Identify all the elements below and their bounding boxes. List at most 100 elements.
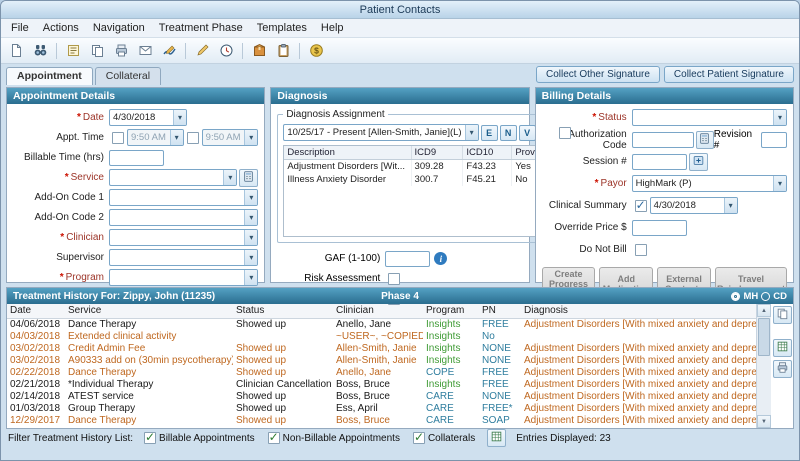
table-row[interactable]: 02/14/2018ATEST serviceShowed upBoss, Br… xyxy=(7,391,756,403)
scroll-up-icon[interactable]: ▲ xyxy=(757,304,771,317)
authorization-code-input[interactable] xyxy=(632,132,694,148)
export-list-button[interactable] xyxy=(487,429,506,447)
table-row[interactable]: Illness Anxiety Disorder300.7F45.21No xyxy=(284,173,572,186)
chevron-down-icon[interactable]: ▾ xyxy=(244,230,257,245)
new-diagnosis-button[interactable]: N xyxy=(500,125,517,141)
new-document-icon[interactable] xyxy=(5,41,27,61)
view-diagnosis-button[interactable]: V xyxy=(519,125,536,141)
chevron-down-icon[interactable]: ▾ xyxy=(170,130,183,145)
edit-icon[interactable] xyxy=(191,41,213,61)
cell-icd10: F45.21 xyxy=(463,173,512,186)
billing-details-header: Billing Details xyxy=(536,88,793,104)
mh-radio[interactable] xyxy=(731,292,740,301)
clinician-select[interactable]: ▾ xyxy=(109,229,258,246)
billing-icon[interactable]: $ xyxy=(305,41,327,61)
del-checkbox[interactable] xyxy=(559,127,571,139)
table-row[interactable]: 03/02/2018A90333 add on (30min psycother… xyxy=(7,355,756,367)
appt-time-start-select[interactable]: 9:50 AM▾ xyxy=(127,129,184,146)
billable-time-input[interactable] xyxy=(109,150,164,166)
authorization-lookup-button[interactable] xyxy=(696,131,714,149)
clipboard-icon[interactable] xyxy=(272,41,294,61)
notes-icon[interactable] xyxy=(62,41,84,61)
gaf-input[interactable] xyxy=(385,251,430,267)
table-row[interactable]: 04/03/2018Extended clinical activity~USE… xyxy=(7,331,756,343)
risk-assessment-checkbox[interactable] xyxy=(388,273,400,285)
status-select[interactable]: ▾ xyxy=(632,109,787,126)
tab-appointment[interactable]: Appointment xyxy=(6,67,93,85)
appt-time-end-checkbox[interactable] xyxy=(187,132,199,144)
addon-code-2-select[interactable]: ▾ xyxy=(109,209,258,226)
payor-select[interactable]: HighMark (P)▾ xyxy=(632,175,787,192)
do-not-bill-checkbox[interactable] xyxy=(635,244,647,256)
collect-other-signature-button[interactable]: Collect Other Signature xyxy=(536,66,660,83)
menu-item-templates[interactable]: Templates xyxy=(250,21,314,35)
table-row[interactable]: 01/03/2018Group TherapyShowed upEss, Apr… xyxy=(7,403,756,415)
clinical-summary-checkbox[interactable] xyxy=(635,200,647,212)
chevron-down-icon[interactable]: ▾ xyxy=(773,110,786,125)
print-icon[interactable] xyxy=(110,41,132,61)
service-select[interactable]: ▾ xyxy=(109,169,237,186)
schedule-icon[interactable] xyxy=(215,41,237,61)
menu-item-navigation[interactable]: Navigation xyxy=(86,21,152,35)
program-select[interactable]: ▾ xyxy=(109,269,258,286)
addon-code-1-select[interactable]: ▾ xyxy=(109,189,258,206)
chevron-down-icon[interactable]: ▾ xyxy=(244,210,257,225)
table-row[interactable]: 04/06/2018Dance TherapyShowed upAnello, … xyxy=(7,318,756,331)
billable-appointments-checkbox[interactable] xyxy=(144,432,156,444)
copy-history-button[interactable] xyxy=(773,306,792,324)
copy-icon[interactable] xyxy=(86,41,108,61)
main-area: Appointment Details *Date 4/30/2018▾ App… xyxy=(1,85,799,287)
appt-time-end-select[interactable]: 9:50 AM▾ xyxy=(202,129,259,146)
revision-input[interactable] xyxy=(761,132,787,148)
tab-collateral[interactable]: Collateral xyxy=(95,67,161,85)
chevron-down-icon[interactable]: ▾ xyxy=(244,250,257,265)
edit-diagnosis-button[interactable]: E xyxy=(481,125,498,141)
non-billable-appointments-checkbox[interactable] xyxy=(268,432,280,444)
appt-time-start-checkbox[interactable] xyxy=(112,132,124,144)
scrollbar-track[interactable] xyxy=(757,317,771,415)
sheet-icon xyxy=(776,340,789,356)
chevron-down-icon[interactable]: ▾ xyxy=(244,270,257,285)
package-icon[interactable] xyxy=(248,41,270,61)
chevron-down-icon[interactable]: ▾ xyxy=(244,190,257,205)
chevron-down-icon[interactable]: ▾ xyxy=(244,130,257,145)
titlebar[interactable]: Patient Contacts xyxy=(1,1,799,19)
supervisor-select[interactable]: ▾ xyxy=(109,249,258,266)
collaterals-checkbox[interactable] xyxy=(413,432,425,444)
table-row[interactable]: 03/02/2018Credit Admin FeeShowed upAllen… xyxy=(7,343,756,355)
chevron-down-icon[interactable]: ▾ xyxy=(223,170,236,185)
toolbar: $ xyxy=(1,38,799,64)
service-lookup-button[interactable] xyxy=(239,169,258,187)
diagnosis-assignment-select[interactable]: 10/25/17 - Present [Allen-Smith, Janie](… xyxy=(283,124,478,141)
scroll-down-icon[interactable]: ▼ xyxy=(757,415,771,428)
export-history-button[interactable] xyxy=(773,339,792,357)
print-history-button[interactable] xyxy=(773,360,792,378)
chevron-down-icon[interactable]: ▾ xyxy=(465,125,478,140)
email-icon[interactable] xyxy=(134,41,156,61)
search-icon[interactable] xyxy=(29,41,51,61)
chevron-down-icon[interactable]: ▾ xyxy=(173,110,186,125)
menu-item-treatment-phase[interactable]: Treatment Phase xyxy=(152,21,250,35)
menu-item-actions[interactable]: Actions xyxy=(36,21,86,35)
collect-patient-signature-button[interactable]: Collect Patient Signature xyxy=(664,66,794,83)
date-select[interactable]: 4/30/2018▾ xyxy=(109,109,187,126)
info-icon[interactable]: i xyxy=(434,252,447,265)
menu-item-help[interactable]: Help xyxy=(314,21,351,35)
session-copy-button[interactable] xyxy=(689,153,708,171)
table-row[interactable]: 12/29/2017Dance TherapyShowed upBoss, Br… xyxy=(7,415,756,427)
scrollbar-thumb[interactable] xyxy=(758,318,770,356)
history-scrollbar[interactable]: ▲ ▼ xyxy=(756,304,771,428)
session-input[interactable] xyxy=(632,154,687,170)
override-price-input[interactable] xyxy=(632,220,687,236)
service-label: *Service xyxy=(13,172,109,183)
cell-service: Dance Therapy xyxy=(65,415,233,427)
menu-item-file[interactable]: File xyxy=(4,21,36,35)
cd-radio[interactable] xyxy=(761,292,770,301)
chevron-down-icon[interactable]: ▾ xyxy=(724,198,737,213)
signature-icon[interactable] xyxy=(158,41,180,61)
table-row[interactable]: 02/21/2018*Individual TherapyClinician C… xyxy=(7,379,756,391)
table-row[interactable]: 02/22/2018Dance TherapyShowed upAnello, … xyxy=(7,367,756,379)
chevron-down-icon[interactable]: ▾ xyxy=(773,176,786,191)
table-row[interactable]: Adjustment Disorders [Wit...309.28F43.23… xyxy=(284,160,572,174)
clinical-summary-date-select[interactable]: 4/30/2018▾ xyxy=(650,197,738,214)
